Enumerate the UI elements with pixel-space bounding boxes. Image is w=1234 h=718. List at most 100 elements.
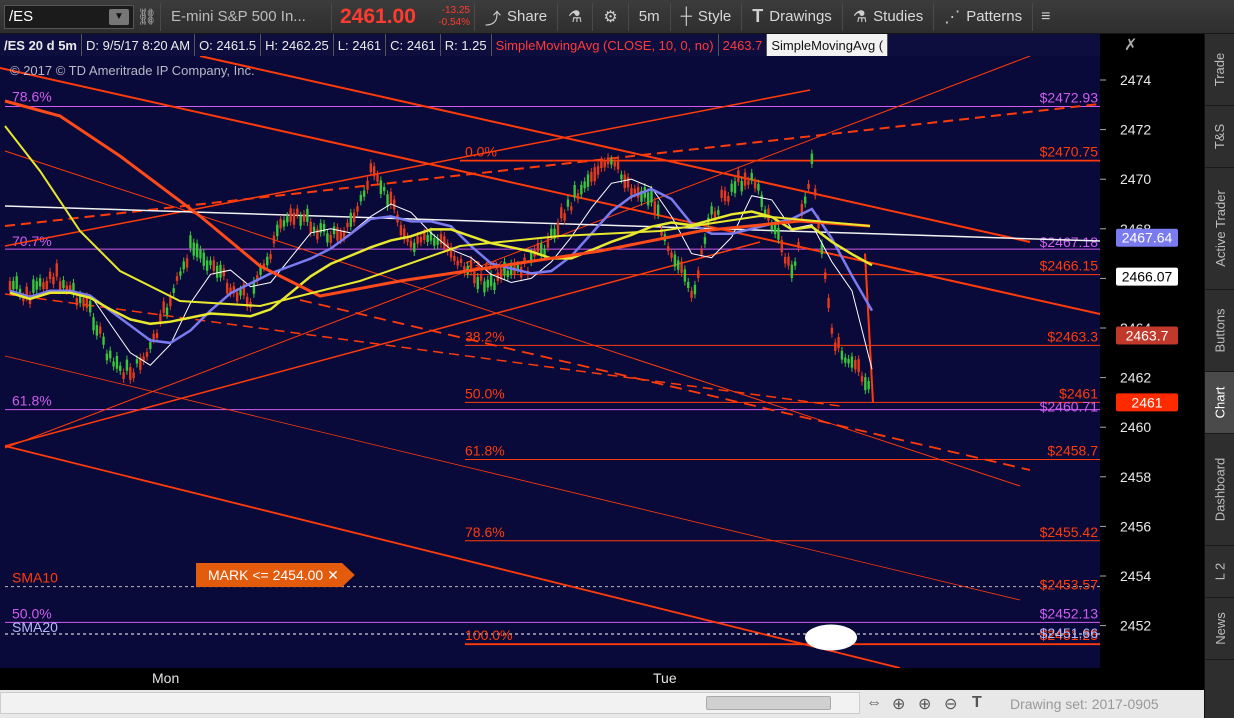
candle-body (389, 191, 393, 205)
candle-body (346, 222, 349, 228)
candle-body (864, 377, 867, 391)
style-button[interactable]: ┼ Style (671, 0, 742, 34)
chart-info-bar: /ES 20 d 5m D: 9/5/17 8:20 AM O: 2461.5 … (0, 34, 1100, 56)
candle-body (713, 211, 717, 218)
fib-level-label: 78.6% (465, 524, 505, 540)
candle-body (185, 258, 189, 268)
aggregation-button[interactable]: 5m (629, 0, 670, 34)
study2-label[interactable]: SimpleMovingAvg ( (767, 34, 889, 56)
y-tick-label: 2452 (1120, 618, 1151, 634)
study1-label[interactable]: SimpleMovingAvg (CLOSE, 10, 0, no) (492, 34, 719, 56)
price-bubble: 2466.07 (1116, 267, 1178, 286)
zoom-out-icon[interactable]: ⊖ (944, 694, 957, 714)
time-axis[interactable]: Mon Tue (0, 668, 1100, 690)
candle-body (610, 159, 613, 165)
link-icon[interactable]: ⛓ (134, 7, 160, 27)
candle-body (165, 307, 169, 315)
price-bubble: 2461 (1116, 393, 1178, 412)
trend-line (4, 55, 1031, 449)
candle-body (125, 359, 129, 371)
candle-body (225, 282, 229, 294)
drawings-button[interactable]: T Drawings (742, 0, 842, 34)
candle-body (219, 264, 222, 278)
candle-body (42, 282, 45, 290)
studies-label: Studies (873, 8, 924, 25)
candle-body (105, 353, 109, 361)
candle-body (32, 279, 35, 293)
candle-body (159, 313, 162, 323)
bar-open: O: 2461.5 (195, 34, 262, 56)
candle-body (824, 272, 827, 279)
candle-body (182, 261, 185, 270)
tab-dashboard[interactable]: Dashboard (1205, 434, 1234, 546)
scrollbar-thumb[interactable] (706, 696, 831, 710)
time-label-tue: Tue (653, 670, 677, 686)
candle-body (683, 269, 687, 282)
tab-active-trader[interactable]: Active Trader (1205, 168, 1234, 290)
bar-close: C: 2461 (386, 34, 441, 56)
patterns-label: Patterns (966, 8, 1023, 25)
tab-news[interactable]: News (1205, 598, 1234, 660)
symbol-selector[interactable]: /ES ▼ (4, 4, 134, 29)
candle-body (750, 172, 753, 181)
candle-body (807, 184, 810, 189)
patterns-button[interactable]: ⋰ Patterns (934, 0, 1032, 34)
candle-body (459, 258, 463, 263)
flask-icon: ⚗ (852, 8, 868, 26)
candle-body (329, 234, 332, 243)
fib-level-price: $2463.3 (1047, 328, 1098, 344)
candle-body (356, 206, 359, 212)
style-label: Style (697, 8, 732, 25)
y-tick-label: 2474 (1120, 72, 1151, 88)
candle-body (192, 242, 195, 256)
crosshair-icon[interactable]: ⊕ (892, 694, 905, 714)
sma10-price-label: $2453.57 (1040, 577, 1099, 593)
trend-line (299, 299, 1031, 471)
candle-body (670, 252, 673, 258)
share-button[interactable]: ⤴ Share (475, 0, 557, 34)
candle-body (606, 157, 610, 165)
candle-body (693, 284, 697, 295)
studies-button[interactable]: ⚗ Studies (843, 0, 933, 34)
candle-body (603, 161, 606, 168)
price-alert-mark[interactable]: MARK <= 2454.00 ✕ (196, 563, 355, 587)
candle-body (590, 171, 593, 182)
flask-button[interactable]: ⚗ (558, 0, 592, 34)
candle-body (850, 356, 854, 368)
candle-body (383, 187, 386, 192)
candlestick-icon: ┼ (680, 7, 692, 25)
tab-chart[interactable]: Chart (1205, 372, 1234, 434)
candle-body (743, 172, 747, 186)
candle-body (379, 180, 383, 194)
price-axis[interactable]: 2474247224702468246624642462246024582456… (1100, 34, 1204, 690)
candle-body (145, 352, 149, 357)
drawing-set-label: Drawing set: 2017-0905 (1010, 696, 1159, 712)
candle-body (52, 276, 55, 285)
candle-body (92, 317, 95, 331)
menu-button[interactable]: ≡ (1033, 0, 1058, 34)
chevron-down-icon[interactable]: ▼ (109, 8, 129, 25)
tab-trade[interactable]: Trade (1205, 34, 1234, 106)
fib-level-price: $2458.7 (1047, 442, 1098, 458)
chart-scrollbar[interactable] (0, 692, 860, 714)
tab-buttons[interactable]: Buttons (1205, 290, 1234, 372)
candle-body (673, 254, 677, 267)
collapse-icon[interactable]: ⇔ (866, 694, 882, 712)
candle-body (266, 256, 269, 266)
net-change: -13.25 (441, 4, 470, 16)
chart-canvas[interactable]: 0.0% $2470.7523.6% $2466.1538.2% $2463.350.… (0, 55, 1101, 669)
candle-body (372, 166, 376, 177)
candle-body (586, 174, 590, 187)
time-label-mon: Mon (152, 670, 180, 686)
tab-time-and-sales[interactable]: T&S (1205, 106, 1234, 168)
candle-body (189, 235, 192, 249)
candle-body (88, 300, 92, 313)
price-chart[interactable]: 0.0% $2470.75 23.6% $2466.15 38.2% $2463.3 50.… (0, 55, 1101, 690)
settings-button[interactable]: ⚙ (593, 0, 627, 34)
trend-line (4, 355, 1021, 601)
zoom-in-icon[interactable]: ⊕ (918, 694, 931, 714)
text-tool-icon[interactable]: T (972, 694, 982, 712)
patterns-icon: ⋰ (944, 8, 961, 26)
tab-level2[interactable]: L 2 (1205, 546, 1234, 598)
candle-body (560, 207, 563, 219)
